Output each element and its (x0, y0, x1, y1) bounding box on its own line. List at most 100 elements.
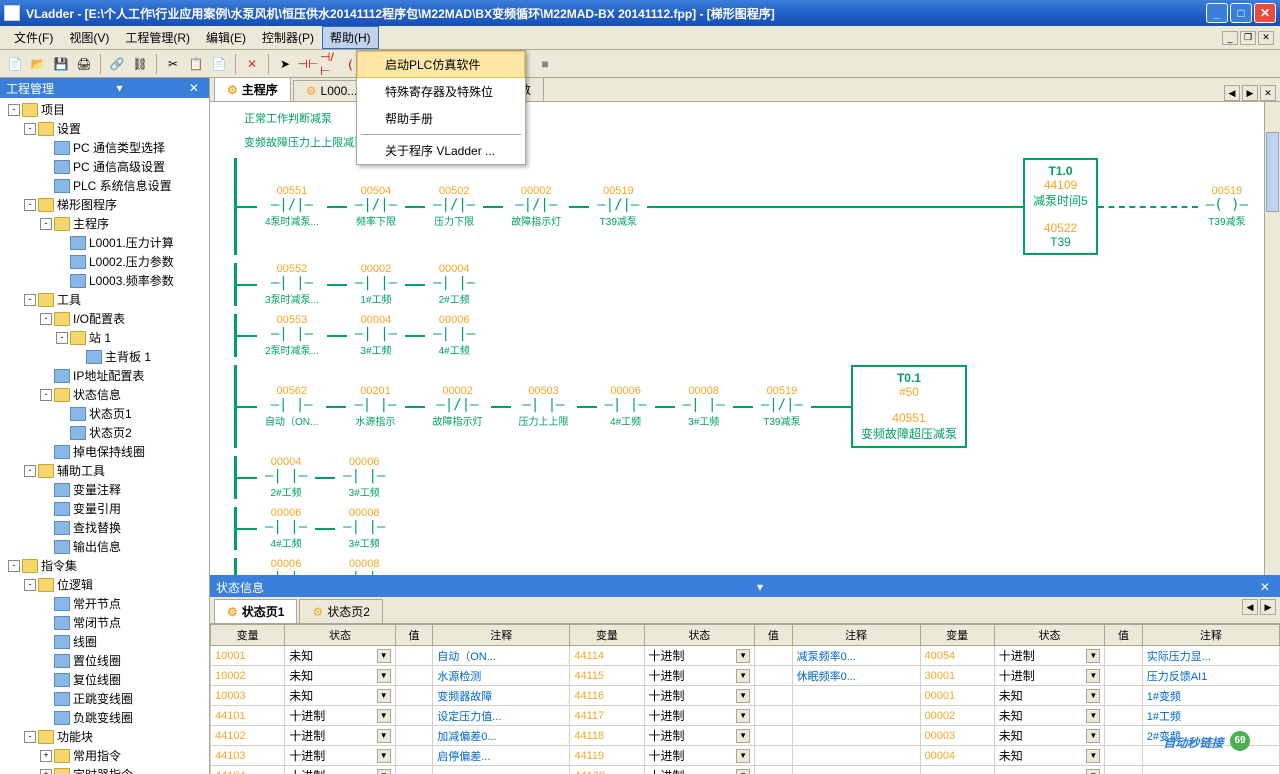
dropdown-arrow-icon[interactable]: ▼ (1086, 649, 1100, 663)
contact-nc-button[interactable]: ⊣/⊢ (320, 53, 342, 75)
tree-node[interactable]: L0002.压力参数 (0, 252, 209, 271)
table-cell[interactable]: 水源检测 (433, 666, 570, 686)
dropdown-arrow-icon[interactable]: ▼ (377, 669, 391, 683)
copy-button[interactable]: 📋 (185, 53, 207, 75)
table-cell[interactable]: 44117 (570, 706, 644, 726)
table-cell[interactable] (433, 766, 570, 774)
table-cell[interactable]: 44103 (211, 746, 285, 766)
ladder-contact[interactable]: 00551—|/|—4泵时减泵... (265, 185, 319, 228)
table-cell[interactable]: 44102 (211, 726, 285, 746)
menu-1[interactable]: 视图(V) (61, 26, 117, 49)
tree-node[interactable]: 查找替换 (0, 518, 209, 537)
tree-toggle-icon[interactable]: - (24, 294, 36, 306)
column-header[interactable]: 值 (395, 625, 432, 646)
mdi-restore-button[interactable]: ❐ (1240, 31, 1256, 45)
ladder-contact[interactable]: 00002—|/|—故障指示灯 (511, 185, 561, 228)
tree-node[interactable]: 输出信息 (0, 537, 209, 556)
tree-toggle-icon[interactable]: - (56, 332, 68, 344)
table-cell[interactable] (792, 766, 920, 774)
dropdown-item[interactable]: 启动PLC仿真软件 (357, 51, 525, 78)
dropdown-arrow-icon[interactable]: ▼ (377, 689, 391, 703)
tree-node[interactable]: 主背板 1 (0, 347, 209, 366)
dropdown-item[interactable]: 关于程序 VLadder ... (357, 137, 525, 164)
tree-toggle-icon[interactable]: + (40, 769, 52, 774)
mdi-close-button[interactable]: ✕ (1258, 31, 1274, 45)
status-tab-prev[interactable]: ◀ (1242, 599, 1258, 615)
column-header[interactable]: 注释 (792, 625, 920, 646)
table-cell[interactable]: 44118 (570, 726, 644, 746)
table-cell[interactable] (755, 686, 792, 706)
table-cell[interactable] (755, 666, 792, 686)
table-cell[interactable]: 10003 (211, 686, 285, 706)
menu-0[interactable]: 文件(F) (6, 26, 61, 49)
paste-button[interactable]: 📄 (208, 53, 230, 75)
table-cell[interactable] (395, 706, 432, 726)
column-header[interactable]: 注释 (1142, 625, 1279, 646)
ladder-contact[interactable]: 00006—| |—4#工频 (265, 507, 307, 550)
column-header[interactable]: 状态 (994, 625, 1105, 646)
table-cell[interactable]: 44115 (570, 666, 644, 686)
table-cell[interactable]: 44114 (570, 646, 644, 666)
tree-node[interactable]: -项目 (0, 100, 209, 119)
status-tab[interactable]: ⚙状态页1 (214, 599, 297, 623)
dropdown-arrow-icon[interactable]: ▼ (1086, 669, 1100, 683)
ladder-contact[interactable]: 00008—| |—3#工频 (683, 385, 725, 428)
table-cell[interactable]: 44116 (570, 686, 644, 706)
table-cell[interactable] (1105, 726, 1142, 746)
maximize-button[interactable]: □ (1230, 3, 1252, 23)
tab-next-button[interactable]: ▶ (1242, 85, 1258, 101)
table-cell[interactable]: 1#变频 (1142, 686, 1279, 706)
dropdown-arrow-icon[interactable]: ▼ (736, 669, 750, 683)
editor-tab[interactable]: ⚙主程序 (214, 78, 291, 101)
ladder-contact[interactable]: 00002—| |—1#工频 (355, 263, 397, 306)
dropdown-arrow-icon[interactable]: ▼ (736, 749, 750, 763)
ladder-contact[interactable]: 00008—| |—4#工频 (343, 558, 385, 575)
ladder-contact[interactable]: 00006—| |—4#工频 (605, 385, 647, 428)
table-cell[interactable]: 30001 (920, 666, 994, 686)
timer-block[interactable]: T0.1#5040551变频故障超压减泵 (851, 365, 967, 448)
table-cell[interactable]: 未知▼ (285, 686, 396, 706)
status-tab-next[interactable]: ▶ (1260, 599, 1276, 615)
table-cell[interactable] (755, 766, 792, 774)
save-button[interactable]: 💾 (50, 53, 72, 75)
tree-toggle-icon[interactable]: - (8, 560, 20, 572)
table-cell[interactable] (1105, 686, 1142, 706)
tree-node[interactable]: -状态信息 (0, 385, 209, 404)
tree-toggle-icon[interactable]: + (40, 750, 52, 762)
table-cell[interactable] (792, 746, 920, 766)
tree-toggle-icon[interactable]: - (24, 123, 36, 135)
table-cell[interactable] (395, 646, 432, 666)
table-cell[interactable]: 十进制▼ (644, 726, 755, 746)
tree-node[interactable]: -工具 (0, 290, 209, 309)
tree-toggle-icon[interactable]: - (40, 218, 52, 230)
table-cell[interactable] (1105, 746, 1142, 766)
table-cell[interactable]: 实际压力显... (1142, 646, 1279, 666)
tree-node[interactable]: -主程序 (0, 214, 209, 233)
menu-4[interactable]: 控制器(P) (254, 26, 322, 49)
column-header[interactable]: 值 (755, 625, 792, 646)
new-button[interactable]: 📄 (4, 53, 26, 75)
table-cell[interactable]: 未知▼ (994, 706, 1105, 726)
column-header[interactable]: 状态 (285, 625, 396, 646)
ladder-contact[interactable]: 00519—|/|—T39减泵 (597, 185, 639, 228)
tree-node[interactable]: +定时器指令 (0, 765, 209, 774)
tree-toggle-icon[interactable]: - (24, 579, 36, 591)
table-cell[interactable]: 十进制▼ (644, 666, 755, 686)
table-cell[interactable]: 未知▼ (994, 686, 1105, 706)
table-cell[interactable]: 未知▼ (285, 666, 396, 686)
table-cell[interactable] (1105, 666, 1142, 686)
status-close-icon[interactable]: ✕ (1256, 580, 1274, 594)
table-cell[interactable]: 压力反馈AI1 (1142, 666, 1279, 686)
table-cell[interactable]: 44101 (211, 706, 285, 726)
table-cell[interactable]: 44120 (570, 766, 644, 774)
table-cell[interactable]: 40054 (920, 646, 994, 666)
table-cell[interactable]: ▼ (994, 766, 1105, 774)
ladder-contact[interactable]: 00006—| |—4#工频 (433, 314, 475, 357)
mdi-minimize-button[interactable]: _ (1222, 31, 1238, 45)
table-cell[interactable]: 设定压力值... (433, 706, 570, 726)
table-cell[interactable]: 未知▼ (994, 726, 1105, 746)
tree-node[interactable]: 掉电保持线圈 (0, 442, 209, 461)
ladder-contact[interactable]: 00502—|/|—压力下限 (433, 185, 475, 228)
tree-node[interactable]: 置位线圈 (0, 651, 209, 670)
tree-node[interactable]: 复位线圈 (0, 670, 209, 689)
